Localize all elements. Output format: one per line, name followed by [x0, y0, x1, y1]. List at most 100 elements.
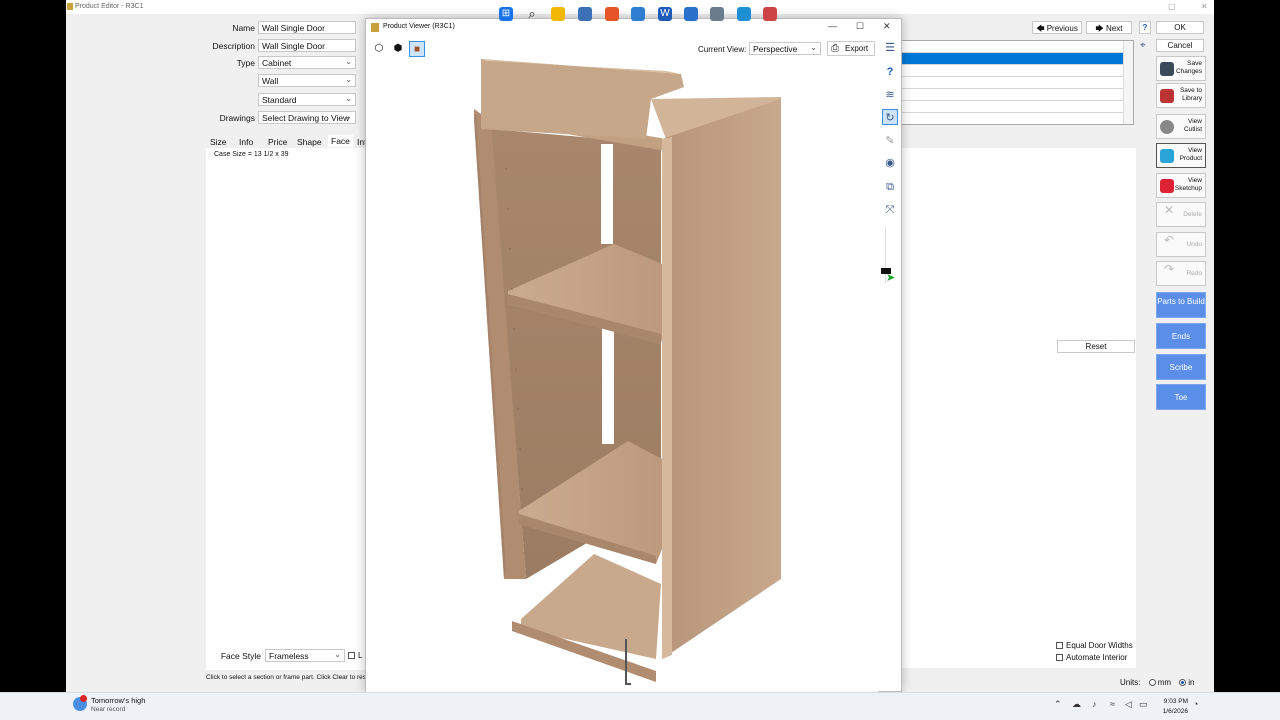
- previous-button[interactable]: 🡄 Previous: [1032, 21, 1082, 34]
- weather-subtitle: Near record: [91, 706, 126, 713]
- maximize-icon[interactable]: ▢: [1168, 2, 1176, 11]
- delete-button[interactable]: ✕ Delete: [1156, 202, 1206, 227]
- clock-time: 9:03 PM: [1163, 698, 1188, 705]
- tab-face[interactable]: Face: [328, 135, 353, 147]
- list-item[interactable]: [901, 65, 1133, 77]
- list-item[interactable]: [901, 77, 1133, 89]
- section-list[interactable]: [900, 40, 1134, 125]
- view-sketchup-button[interactable]: View Sketchup: [1156, 173, 1206, 198]
- letterbox-left: [0, 0, 66, 692]
- chevron-up-icon[interactable]: ⌃: [1054, 699, 1062, 710]
- list-item[interactable]: [901, 101, 1133, 113]
- list-item-selected[interactable]: [901, 53, 1133, 65]
- file-explorer-icon[interactable]: [551, 7, 565, 21]
- reset-button[interactable]: Reset: [1057, 340, 1135, 353]
- app-icon-3[interactable]: [684, 7, 698, 21]
- save-changes-button[interactable]: Save Changes: [1156, 56, 1206, 81]
- scribe-button[interactable]: Scribe: [1156, 354, 1206, 380]
- app-icon-5[interactable]: [737, 7, 751, 21]
- minimize-icon[interactable]: —: [828, 21, 837, 31]
- battery-icon[interactable]: ▭: [1139, 699, 1148, 710]
- radio-circle[interactable]: [1148, 679, 1156, 686]
- view-product-button[interactable]: View Product: [1156, 143, 1206, 168]
- notification-bell-icon[interactable]: ◔: [1193, 699, 1198, 709]
- unit-mm-radio[interactable]: mm: [1148, 678, 1172, 687]
- cloud-icon[interactable]: ☁: [1072, 699, 1081, 710]
- wifi-icon[interactable]: ≈: [1110, 699, 1115, 709]
- chevron-down-icon: ⌄: [334, 650, 341, 659]
- pin-icon[interactable]: ⌖: [1140, 40, 1146, 51]
- list-item[interactable]: [901, 89, 1133, 101]
- drawings-select[interactable]: Select Drawing to View ⌄: [258, 111, 356, 124]
- app-icon-4[interactable]: [710, 7, 724, 21]
- pen-icon[interactable]: ✎: [882, 133, 898, 149]
- next-button[interactable]: 🡆 Next: [1086, 21, 1132, 34]
- tab-info[interactable]: Info: [239, 137, 253, 147]
- app-icon-2[interactable]: [631, 7, 645, 21]
- export-button[interactable]: ⎙ Export: [827, 41, 875, 56]
- layers-icon[interactable]: ≋: [882, 87, 898, 103]
- microphone-icon[interactable]: ♪: [1092, 699, 1097, 709]
- list-scrollbar[interactable]: [1123, 41, 1133, 124]
- units-label: Units:: [1120, 678, 1141, 687]
- eye-icon[interactable]: ◉: [882, 155, 898, 171]
- settings-icon[interactable]: ☰: [882, 40, 898, 56]
- checkbox-box[interactable]: [1056, 654, 1063, 661]
- unit-mm-label: mm: [1157, 678, 1172, 687]
- maximize-icon[interactable]: ☐: [856, 21, 864, 32]
- speaker-icon[interactable]: ◁: [1125, 699, 1132, 710]
- style-select[interactable]: Standard ⌄: [258, 93, 356, 106]
- undo-button[interactable]: ↶ Undo: [1156, 232, 1206, 257]
- ok-button[interactable]: OK: [1156, 21, 1204, 34]
- tab-price[interactable]: Price: [268, 137, 287, 147]
- equal-door-widths-checkbox[interactable]: Equal Door Widths: [1056, 641, 1133, 650]
- list-item[interactable]: [901, 41, 1133, 53]
- start-icon[interactable]: ⊞: [499, 7, 513, 21]
- parts-to-build-button[interactable]: Parts to Build: [1156, 292, 1206, 318]
- fit-view-icon[interactable]: ⤧: [882, 202, 898, 218]
- rotate-icon[interactable]: ↻: [882, 109, 898, 125]
- name-field[interactable]: Wall Single Door: [258, 21, 356, 34]
- app-icon-6[interactable]: [763, 7, 777, 21]
- 3d-viewport[interactable]: [366, 59, 878, 693]
- automate-interior-checkbox[interactable]: Automate Interior: [1056, 653, 1127, 662]
- right-side-panel: [662, 99, 781, 659]
- chevron-down-icon: ⌄: [345, 94, 352, 103]
- radio-circle-selected[interactable]: [1179, 679, 1187, 686]
- close-icon[interactable]: ✕: [1201, 2, 1208, 11]
- unit-in-radio[interactable]: in: [1179, 678, 1194, 687]
- export-label: Export: [845, 44, 869, 53]
- type-select[interactable]: Cabinet ⌄: [258, 56, 356, 69]
- tab-shape[interactable]: Shape: [297, 137, 322, 147]
- face-style-checkbox[interactable]: L: [348, 651, 362, 660]
- subtype-select[interactable]: Wall ⌄: [258, 74, 356, 87]
- help-icon[interactable]: ?: [882, 64, 898, 80]
- current-view-select[interactable]: Perspective ⌄: [749, 42, 821, 55]
- checkbox-box[interactable]: [1056, 642, 1063, 649]
- weather-title[interactable]: Tomorrow's high: [91, 696, 145, 705]
- solid-cube-icon[interactable]: ■: [409, 41, 425, 57]
- tab-size[interactable]: Size: [210, 137, 227, 147]
- help-button[interactable]: ?: [1139, 21, 1151, 34]
- ends-button[interactable]: Ends: [1156, 323, 1206, 349]
- checkbox-box[interactable]: [348, 652, 355, 659]
- type-value: Cabinet: [262, 58, 292, 68]
- description-field[interactable]: Wall Single Door: [258, 39, 356, 52]
- app-icon-1[interactable]: [578, 7, 592, 21]
- style-value: Standard: [262, 95, 297, 105]
- word-icon[interactable]: W: [658, 7, 672, 21]
- wireframe-cube-icon[interactable]: ⬡: [371, 41, 387, 57]
- redo-button[interactable]: ↷ Redo: [1156, 261, 1206, 286]
- camera-icon[interactable]: ⧉: [882, 179, 898, 195]
- face-style-select[interactable]: Frameless ⌄: [265, 649, 345, 662]
- outline-cube-icon[interactable]: ⬢: [390, 41, 406, 57]
- view-cutlist-button[interactable]: View Cutlist: [1156, 114, 1206, 139]
- close-icon[interactable]: ✕: [883, 21, 891, 32]
- toe-button[interactable]: Toe: [1156, 384, 1206, 410]
- save-to-library-button[interactable]: Save to Library: [1156, 83, 1206, 108]
- drawings-label: Drawings: [219, 113, 255, 123]
- clock[interactable]: 9:03 PM 1/6/2026: [1152, 697, 1188, 717]
- brave-browser-icon[interactable]: [605, 7, 619, 21]
- search-icon[interactable]: ⌕: [525, 7, 539, 21]
- cancel-button[interactable]: Cancel: [1156, 39, 1204, 52]
